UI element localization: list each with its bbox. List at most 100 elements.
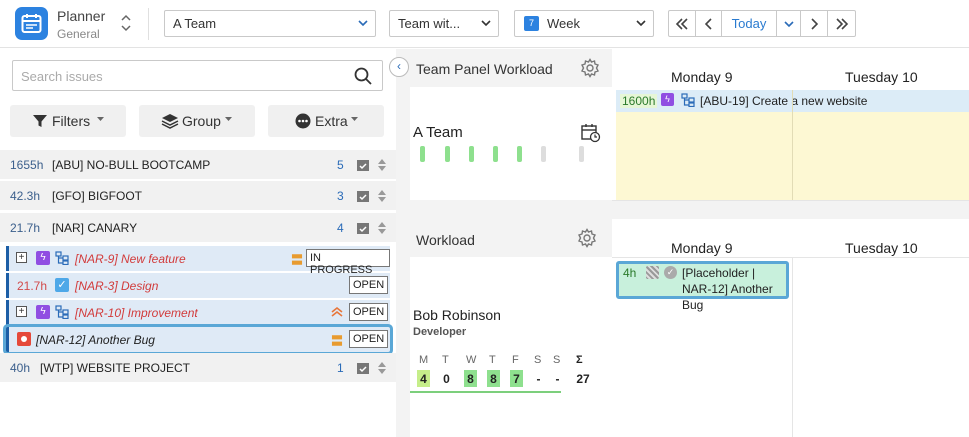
event-title: [ABU-19] Create a new website [700,94,868,108]
gear-icon[interactable] [577,228,597,248]
period-select[interactable]: 7 Week [514,10,654,37]
app-switch-icon[interactable] [120,12,134,34]
placeholder-icon [646,266,659,279]
calendar-check-icon[interactable] [356,221,370,235]
day-divider [792,257,793,437]
issue-title[interactable]: [NAR-9] New feature [75,252,186,266]
weekday-hours: 8 [487,370,500,387]
status-badge[interactable]: OPEN [349,303,389,321]
weekday-hours: 4 [417,370,430,387]
day-header: Monday 9 [671,69,733,85]
double-chevron-left-icon[interactable] [669,11,696,36]
issue-row[interactable]: + ϟ [NAR-9] New feature 〓 IN PROGRESS [6,246,390,276]
calendar-clock-icon[interactable] [581,123,601,143]
chevron-right-icon[interactable] [801,11,828,36]
group-row[interactable]: 21.7h [NAR] CANARY 4 [0,213,396,243]
sort-arrows-icon[interactable] [377,157,387,173]
team-select-value: A Team [173,16,217,31]
group-row[interactable]: 40h [WTP] WEBSITE PROJECT 1 [0,353,396,383]
more-icon [295,113,311,129]
day-header: Tuesday 10 [845,69,918,85]
weekday-letter: S [534,354,542,366]
priority-medium-icon: 〓 [331,334,344,348]
status-badge[interactable]: OPEN [349,330,389,348]
user-panel: Bob Robinson Developer M T W T F S S Σ 4 0 8 8 7- -27 [410,257,612,437]
group-name: [NAR] CANARY [52,221,138,235]
divider [148,8,149,40]
today-button[interactable]: Today [722,11,777,36]
capacity-bar [420,146,425,162]
group-hours: 21.7h [10,221,41,235]
section-gap [612,201,969,219]
workload-card[interactable]: 4h ✓ [Placeholder | NAR-12] Another Bug [616,261,789,312]
status-badge[interactable]: IN PROGRESS [306,249,390,276]
group-hours: 1655h [10,158,44,172]
card-hours: 4h [623,266,637,280]
app-name: Planner [57,8,106,24]
team-panel: A Team [410,87,612,200]
calendar-icon[interactable] [15,7,48,40]
weekday-letter: Σ [576,354,583,366]
filters-button[interactable]: Filters [10,105,126,137]
group-row[interactable]: 1655h [ABU] NO-BULL BOOTCAMP 5 [0,150,396,180]
status-badge[interactable]: OPEN [349,276,389,294]
extra-button[interactable]: Extra [268,105,384,137]
gear-icon[interactable] [580,58,600,78]
issue-title[interactable]: [NAR-3] Design [75,279,158,293]
panel-splitter[interactable] [396,49,406,437]
group-label: Group [182,113,221,129]
weekday-hours: - [536,372,541,386]
today-dropdown-icon[interactable] [777,11,801,36]
team-name: A Team [413,124,463,141]
week-calendar-icon: 7 [524,16,539,31]
calendar-check-icon[interactable] [356,361,370,375]
group-row[interactable]: 42.3h [GFO] BIGFOOT 3 [0,181,396,211]
group-hours: 42.3h [10,189,41,203]
weekday-letter: T [489,354,496,366]
user-name[interactable]: Bob Robinson [413,307,501,323]
layers-icon [161,114,179,129]
card-title: [Placeholder | NAR-12] Another Bug [682,266,773,312]
expand-toggle[interactable]: + [16,252,27,263]
issue-title[interactable]: [NAR-12] Another Bug [36,333,155,347]
app-subtitle: General [57,27,100,41]
collapse-panel-icon[interactable]: ‹ [389,57,409,77]
capacity-bar [517,146,522,162]
issue-row-selected[interactable]: [NAR-12] Another Bug 〓 OPEN [6,327,390,352]
capacity-bar [445,146,450,162]
sort-arrows-icon[interactable] [377,360,387,376]
issue-row[interactable]: + ϟ [NAR-10] Improvement OPEN [6,300,390,325]
group-button[interactable]: Group [139,105,255,137]
search-placeholder: Search issues [21,69,103,84]
weekday-hours: 0 [443,372,450,386]
weekday-letter: S [553,354,561,366]
expand-toggle[interactable]: + [16,306,27,317]
issue-title[interactable]: [NAR-10] Improvement [75,306,198,320]
priority-medium-icon: 〓 [291,253,304,267]
group-name: [WTP] WEBSITE PROJECT [40,361,191,375]
chevron-left-icon[interactable] [696,11,722,36]
caret-down-icon [351,117,358,121]
calendar-check-icon[interactable] [356,158,370,172]
group-hours: 40h [10,361,31,375]
team-select[interactable]: A Team [164,10,376,37]
search-input[interactable]: Search issues [12,60,383,91]
caret-down-icon [97,117,104,121]
calendar-check-icon[interactable] [356,189,370,203]
check-icon: ✓ [664,266,677,279]
date-navigation: Today [668,10,856,37]
sort-arrows-icon[interactable] [377,188,387,204]
group-name: [GFO] BIGFOOT [52,189,142,203]
group-count: 1 [337,361,344,375]
capacity-bar [469,146,474,162]
group-count: 3 [337,189,344,203]
hierarchy-icon [55,251,69,265]
sort-arrows-icon[interactable] [377,220,387,236]
workload-header: Workload [410,219,612,256]
double-chevron-right-icon[interactable] [828,11,855,36]
weekday-letter: T [442,354,449,366]
search-icon[interactable] [354,67,372,85]
priority-high-icon [331,306,343,317]
issue-row[interactable]: 21.7h ✓ [NAR-3] Design OPEN [6,273,390,298]
team-with-select[interactable]: Team wit... [389,10,499,37]
